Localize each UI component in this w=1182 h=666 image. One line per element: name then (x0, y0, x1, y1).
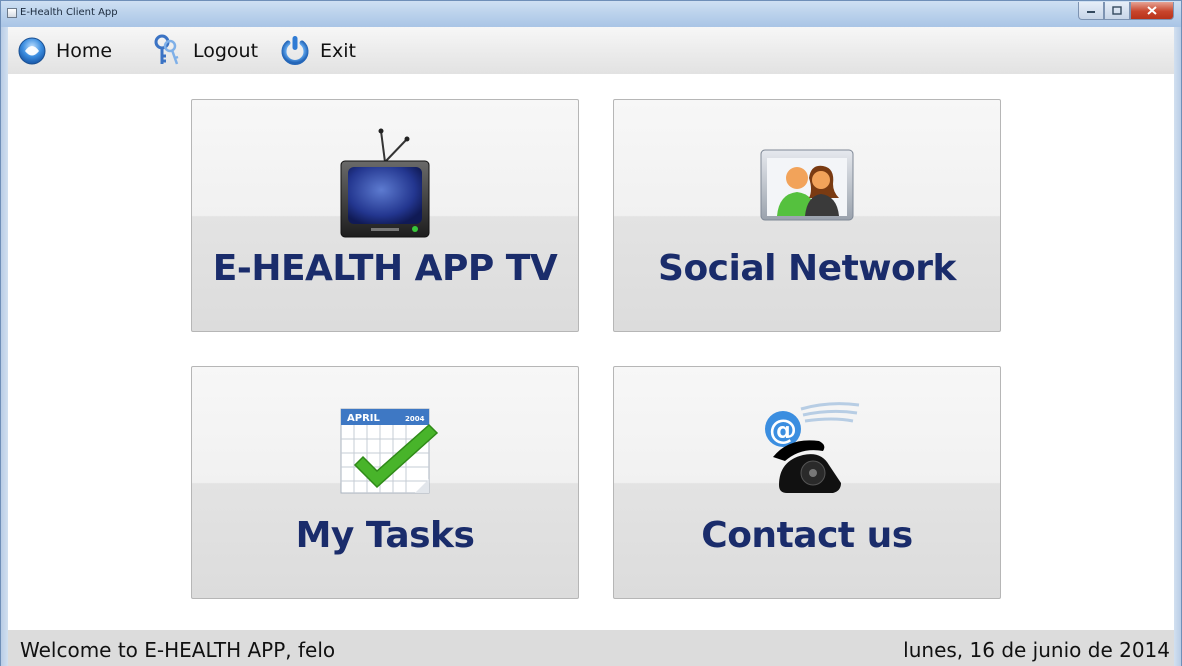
close-icon (1147, 6, 1157, 15)
tile-contact-us[interactable]: @ Contact us (613, 366, 1001, 599)
close-button[interactable] (1130, 2, 1174, 20)
maximize-icon (1112, 6, 1122, 15)
logout-label: Logout (193, 40, 259, 62)
date-text: lunes, 16 de junio de 2014 (903, 638, 1170, 662)
window-controls (1078, 2, 1174, 20)
keys-icon (154, 34, 179, 65)
telephone-at-icon: @ (765, 402, 860, 493)
calendar-year-text: 2004 (405, 415, 425, 423)
home-label: Home (56, 40, 113, 62)
tile-label-social-network: Social Network (658, 248, 956, 289)
window-titlebar: E-Health Client App (0, 0, 1182, 27)
window-title: E-Health Client App (20, 7, 118, 18)
menu-bar: Home Logout Exit (8, 27, 1174, 74)
television-icon (340, 128, 430, 238)
welcome-text: Welcome to E-HEALTH APP, felo (20, 638, 336, 662)
tile-ehealth-tv[interactable]: E-HEALTH APP TV (191, 99, 579, 332)
logout-menu-item[interactable]: Logout (151, 34, 259, 67)
minimize-button[interactable] (1078, 2, 1104, 20)
tile-label-my-tasks: My Tasks (295, 515, 475, 556)
window-border-right (1174, 27, 1182, 666)
home-menu-item[interactable]: Home (16, 35, 112, 67)
window-border-left (0, 27, 8, 666)
at-sign-text: @ (769, 413, 797, 446)
app-icon (7, 8, 17, 18)
maximize-button[interactable] (1104, 2, 1130, 20)
tile-label-ehealth-tv: E-HEALTH APP TV (212, 248, 558, 289)
exit-menu-item[interactable]: Exit (278, 35, 356, 67)
tile-label-contact-us: Contact us (701, 515, 913, 556)
calendar-check-icon: APRIL 2004 (340, 408, 439, 494)
exit-label: Exit (320, 40, 356, 62)
people-icon (760, 149, 854, 221)
home-icon (18, 37, 46, 65)
tile-social-network[interactable]: Social Network (613, 99, 1001, 332)
calendar-month-text: APRIL (347, 413, 380, 424)
minimize-icon (1087, 10, 1095, 13)
power-icon (281, 36, 309, 65)
status-bar: Welcome to E-HEALTH APP, felo lunes, 16 … (8, 630, 1174, 666)
tile-my-tasks[interactable]: APRIL 2004 My Tasks (191, 366, 579, 599)
